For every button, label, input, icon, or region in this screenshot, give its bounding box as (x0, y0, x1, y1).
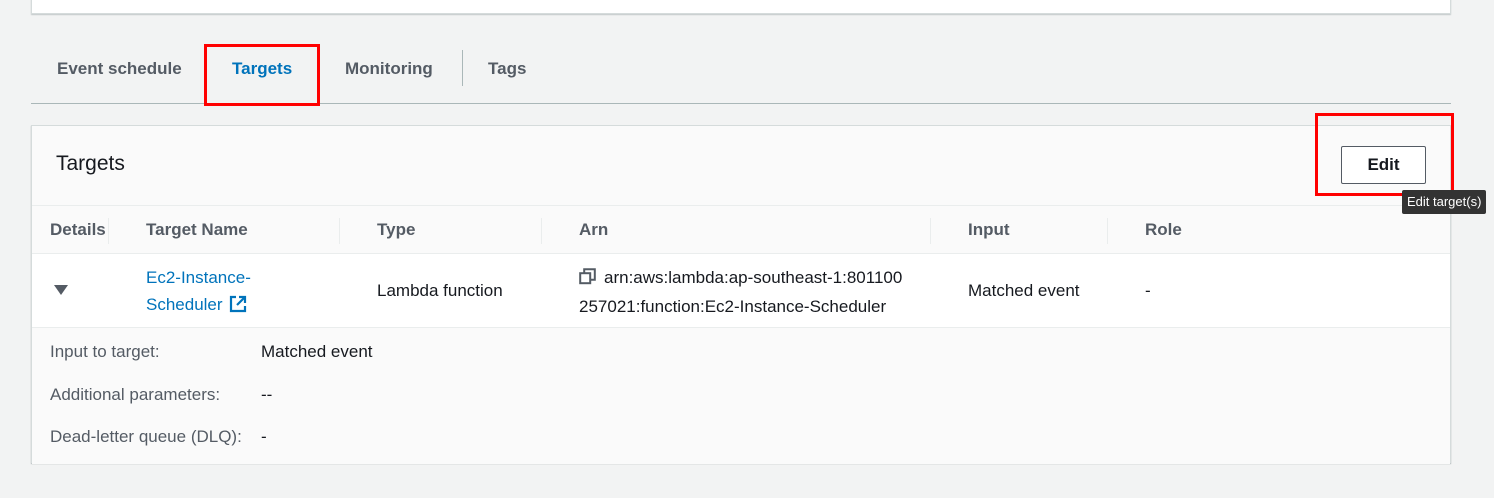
column-role[interactable]: Role (1145, 206, 1182, 254)
table-row: Ec2-Instance- Scheduler Lambda function … (32, 254, 1450, 328)
column-details: Details (50, 220, 106, 239)
edit-button[interactable]: Edit (1341, 146, 1426, 184)
tab-divider (462, 50, 463, 86)
tab-targets[interactable]: Targets (232, 40, 292, 104)
dlq-value: - (261, 427, 267, 446)
arn-line1: arn:aws:lambda:ap-southeast-1:801100 (604, 268, 903, 287)
input-to-target-value: Matched event (261, 342, 373, 361)
target-name-link[interactable]: Ec2-Instance- Scheduler (146, 264, 251, 321)
additional-parameters-value: -- (261, 385, 273, 404)
column-separator[interactable] (541, 218, 542, 244)
external-link-icon[interactable] (229, 294, 247, 321)
target-name-line1[interactable]: Ec2-Instance- (146, 268, 251, 287)
tab-tags[interactable]: Tags (488, 40, 526, 104)
target-type: Lambda function (377, 281, 503, 300)
table-header: Details Target Name Type Arn Input Role (32, 206, 1450, 254)
column-type[interactable]: Type (377, 206, 415, 254)
column-separator[interactable] (108, 218, 109, 244)
panel-header: Targets Edit (32, 126, 1450, 206)
input-to-target-label: Input to target: (50, 342, 160, 361)
copy-icon[interactable] (579, 266, 596, 293)
additional-parameters-label: Additional parameters: (50, 385, 221, 404)
column-input[interactable]: Input (968, 206, 1010, 254)
column-target-name[interactable]: Target Name (146, 206, 248, 254)
column-separator[interactable] (930, 218, 931, 244)
target-role: - (1145, 281, 1151, 300)
column-arn[interactable]: Arn (579, 206, 608, 254)
column-separator[interactable] (339, 218, 340, 244)
tab-bar: Event schedule Targets Monitoring Tags (31, 40, 1451, 104)
target-arn: arn:aws:lambda:ap-southeast-1:801100 257… (579, 264, 902, 320)
panel-title: Targets (56, 152, 125, 175)
target-input: Matched event (968, 281, 1080, 300)
tab-monitoring[interactable]: Monitoring (345, 40, 433, 104)
dlq-label: Dead-letter queue (DLQ): (50, 427, 242, 446)
tab-event-schedule[interactable]: Event schedule (57, 40, 182, 104)
caret-down-icon[interactable] (54, 285, 68, 295)
arn-line2: 257021:function:Ec2-Instance-Scheduler (579, 297, 887, 316)
summary-card-bottom (31, 0, 1451, 14)
edit-tooltip: Edit target(s) (1402, 190, 1487, 214)
column-separator[interactable] (1107, 218, 1108, 244)
target-name-line2[interactable]: Scheduler (146, 295, 223, 314)
targets-panel: Targets Edit Details Target Name Type Ar… (31, 125, 1451, 464)
row-details: Input to target: Matched event Additiona… (32, 328, 1450, 464)
